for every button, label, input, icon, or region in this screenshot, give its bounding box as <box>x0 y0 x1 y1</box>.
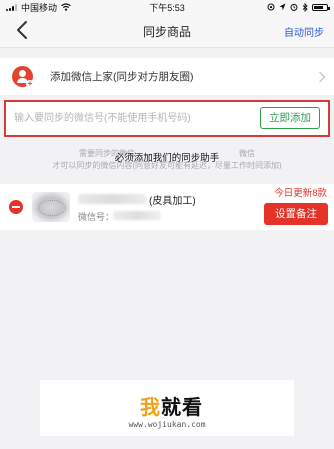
watermark-url: www.wojiukan.com <box>128 420 206 429</box>
remove-contact-button[interactable] <box>9 200 23 214</box>
wechat-id-label: 微信号： <box>78 212 115 222</box>
watermark-logo: 我就看 <box>140 397 203 419</box>
add-user-icon: + <box>12 66 34 88</box>
wechat-id-input[interactable] <box>14 109 252 127</box>
status-bar: 中国移动 下午5:53 <box>0 0 334 14</box>
chevron-right-icon <box>319 71 326 83</box>
daily-update-count: 今日更新8款 <box>274 188 327 199</box>
wechat-id-input-box: 立即添加 <box>4 100 330 137</box>
notice-faint-line-2: 才可以同步的微信内容(同意好友可能有延迟，尽量工作时间添加) <box>52 161 282 170</box>
contact-name-suffix: (皮具加工) <box>149 196 196 207</box>
add-now-button[interactable]: 立即添加 <box>260 107 320 129</box>
sync-notice: 需要同步的微信…… 微信 必须添加我们的同步助手 才可以同步的微信内容(同意好友可… <box>0 143 334 179</box>
add-wechat-supplier-row[interactable]: + 添加微信上家(同步对方朋友圈) <box>0 58 334 95</box>
auto-sync-button[interactable]: 自动同步 <box>284 24 324 39</box>
set-note-button[interactable]: 设置备注 <box>264 203 328 225</box>
battery-icon <box>312 3 330 11</box>
avatar <box>32 192 70 222</box>
watermark: 我就看 www.wojiukan.com <box>40 380 294 436</box>
nav-bar: 同步商品 自动同步 <box>0 14 334 48</box>
add-wechat-supplier-label: 添加微信上家(同步对方朋友圈) <box>50 71 194 83</box>
blurred-name <box>78 194 146 204</box>
clock: 下午5:53 <box>149 2 185 13</box>
list-item: (皮具加工) 微信号： 今日更新8款 设置备注 <box>0 184 334 230</box>
blurred-wechat-id <box>113 211 161 220</box>
